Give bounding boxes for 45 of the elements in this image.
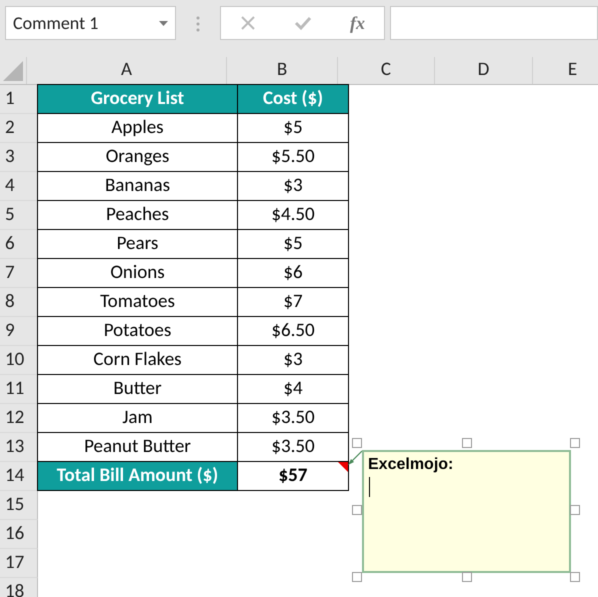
resize-handle[interactable] (352, 505, 362, 515)
row-header[interactable]: 5 (0, 201, 38, 230)
resize-handle[interactable] (352, 438, 362, 448)
comment-connector-line (347, 450, 363, 466)
comment-box[interactable]: Excelmojo: (362, 450, 571, 573)
row-header[interactable]: 17 (0, 549, 38, 578)
resize-handle[interactable] (462, 572, 472, 582)
row-header[interactable]: 14 (0, 462, 38, 491)
drag-handle-icon[interactable] (196, 16, 200, 32)
row-header[interactable]: 7 (0, 259, 38, 288)
row-header[interactable]: 15 (0, 491, 38, 520)
row-header[interactable]: 3 (0, 143, 38, 172)
column-header[interactable]: D (435, 57, 533, 84)
row-header[interactable]: 12 (0, 404, 38, 433)
row-header[interactable]: 11 (0, 375, 38, 404)
select-all-icon[interactable] (3, 61, 23, 81)
resize-handle[interactable] (570, 572, 580, 582)
insert-function-button[interactable]: fx (350, 10, 365, 36)
resize-handle[interactable] (352, 572, 362, 582)
row-header[interactable]: 10 (0, 346, 38, 375)
column-header[interactable]: E (533, 57, 598, 84)
row-header[interactable]: 2 (0, 114, 38, 143)
row-header[interactable]: 4 (0, 172, 38, 201)
resize-handle[interactable] (570, 438, 580, 448)
cancel-icon[interactable] (240, 15, 256, 31)
table-cell: Grocery List (37, 84, 238, 114)
dropdown-caret-icon[interactable] (159, 20, 168, 26)
resize-handle[interactable] (570, 505, 580, 515)
name-box[interactable]: Comment 1 (5, 6, 176, 40)
row-header[interactable]: 9 (0, 317, 38, 346)
table-cell: $57 (237, 461, 349, 491)
row-header[interactable]: 1 (0, 85, 38, 114)
formula-input-field[interactable] (390, 6, 598, 40)
table-cell: Total Bill Amount ($) (37, 461, 238, 491)
table-cell: Cost ($) (237, 84, 349, 114)
row-header[interactable]: 8 (0, 288, 38, 317)
row-header[interactable]: 18 (0, 578, 38, 597)
text-cursor (369, 477, 370, 497)
row-header[interactable]: 13 (0, 433, 38, 462)
row-header[interactable]: 6 (0, 230, 38, 259)
comment-author: Excelmojo: (368, 455, 454, 475)
resize-handle[interactable] (462, 438, 472, 448)
checkmark-icon[interactable] (294, 15, 312, 31)
name-box-value: Comment 1 (13, 10, 98, 36)
row-header[interactable]: 16 (0, 520, 38, 549)
